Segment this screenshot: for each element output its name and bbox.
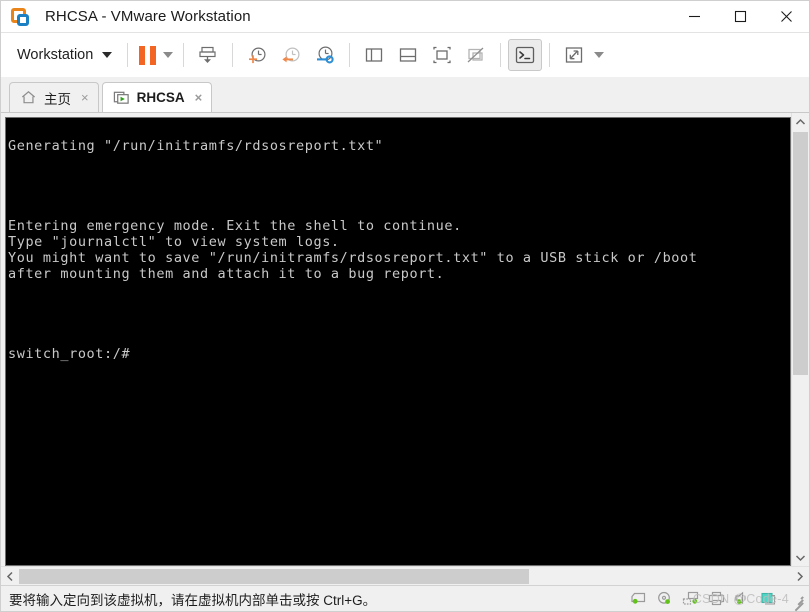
- workstation-menu-label: Workstation: [17, 47, 94, 63]
- vmware-workstation-window: RHCSA - VMware Workstation Workstation 主…: [0, 0, 810, 612]
- fit-guest-icon: [433, 46, 451, 64]
- toolbar-separator: [549, 43, 551, 67]
- terminal-line: after mounting them and attach it to a b…: [8, 266, 445, 282]
- fit-window-now-button[interactable]: [459, 39, 493, 71]
- cd-dvd-status-icon[interactable]: [656, 591, 673, 606]
- enter-fullscreen-button[interactable]: [557, 39, 591, 71]
- snapshot-manager-clock-wrench-icon: [317, 46, 334, 64]
- fit-guest-now-button[interactable]: [425, 39, 459, 71]
- guest-screen-holder: Generating "/run/initramfs/rdsosreport.t…: [1, 113, 791, 566]
- vm-display-area: Generating "/run/initramfs/rdsosreport.t…: [1, 113, 809, 585]
- title-bar: RHCSA - VMware Workstation: [1, 1, 809, 32]
- horizontal-scroll-track[interactable]: [19, 567, 791, 586]
- resize-grip-icon[interactable]: [790, 592, 804, 611]
- window-title: RHCSA - VMware Workstation: [45, 8, 251, 25]
- network-adapter-status-icon[interactable]: [682, 591, 699, 606]
- chevron-down-icon: [163, 52, 174, 58]
- toolbar-separator: [183, 43, 185, 67]
- fit-window-disabled-icon: [467, 47, 484, 63]
- fullscreen-dropdown[interactable]: [591, 40, 607, 70]
- chevron-down-icon: [795, 554, 806, 561]
- pause-icon: [139, 45, 157, 65]
- tab-home-label: 主页: [44, 91, 71, 107]
- hard-disk-status-icon[interactable]: [630, 591, 647, 606]
- terminal-line: Generating "/run/initramfs/rdsosreport.t…: [8, 138, 384, 154]
- usb-device-status-icon[interactable]: [760, 591, 777, 606]
- device-status-icons: [630, 591, 804, 611]
- terminal-line: Entering emergency mode. Exit the shell …: [8, 218, 462, 234]
- take-snapshot-button[interactable]: [240, 39, 274, 71]
- terminal-prompt: switch_root:/#: [8, 346, 139, 362]
- power-dropdown[interactable]: [160, 40, 176, 70]
- window-controls: [671, 1, 809, 32]
- save-snapshot-button[interactable]: [191, 39, 225, 71]
- chevron-up-icon: [795, 118, 806, 125]
- chevron-right-icon: [797, 571, 804, 581]
- panel-bottom-icon: [400, 48, 417, 62]
- snapshot-save-icon: [199, 46, 216, 63]
- sound-card-status-icon[interactable]: [734, 591, 751, 606]
- console-prompt-icon: [516, 46, 535, 64]
- toolbar-separator: [127, 43, 129, 67]
- horizontal-scroll-thumb[interactable]: [19, 568, 529, 584]
- status-bar: 要将输入定向到该虚拟机，请在虚拟机内部单击或按 Ctrl+G。 CSDN @Co…: [1, 585, 809, 611]
- console-view-button[interactable]: [508, 39, 543, 71]
- tab-rhcsa-label: RHCSA: [136, 90, 185, 105]
- vertical-scroll-thumb[interactable]: [792, 132, 808, 376]
- main-toolbar: Workstation: [1, 33, 809, 77]
- home-icon: [21, 91, 36, 104]
- snapshot-revert-clock-icon: [282, 47, 300, 63]
- close-button[interactable]: [763, 1, 809, 32]
- horizontal-scrollbar[interactable]: [1, 566, 809, 585]
- chevron-down-icon: [102, 52, 113, 58]
- terminal-line: You might want to save "/run/initramfs/r…: [8, 250, 698, 266]
- tab-home-close-icon[interactable]: ×: [81, 91, 89, 104]
- revert-snapshot-button[interactable]: [274, 39, 308, 71]
- snapshot-add-clock-icon: [249, 47, 266, 64]
- terminal-line: Type "journalctl" to view system logs.: [8, 234, 340, 250]
- terminal-output: Generating "/run/initramfs/rdsosreport.t…: [8, 122, 790, 378]
- panel-left-icon: [366, 48, 383, 62]
- tab-bar: 主页 × RHCSA ×: [1, 77, 809, 113]
- toolbar-separator: [232, 43, 234, 67]
- scroll-left-button[interactable]: [1, 567, 19, 586]
- vmware-logo-icon: [9, 6, 31, 28]
- tab-home[interactable]: 主页 ×: [9, 82, 99, 112]
- vm-running-icon: [113, 91, 129, 104]
- snapshot-manager-button[interactable]: [308, 39, 342, 71]
- vertical-scroll-track[interactable]: [792, 130, 810, 549]
- suspend-button[interactable]: [135, 45, 160, 65]
- fullscreen-expand-icon: [566, 47, 583, 63]
- tab-rhcsa[interactable]: RHCSA ×: [101, 82, 213, 112]
- guest-console-screen[interactable]: Generating "/run/initramfs/rdsosreport.t…: [5, 117, 791, 566]
- vertical-scrollbar[interactable]: [791, 113, 809, 566]
- status-message: 要将输入定向到该虚拟机，请在虚拟机内部单击或按 Ctrl+G。: [9, 592, 377, 608]
- toolbar-separator: [500, 43, 502, 67]
- scroll-up-button[interactable]: [792, 113, 810, 130]
- scroll-right-button[interactable]: [791, 567, 809, 586]
- workstation-menu-button[interactable]: Workstation: [7, 43, 120, 67]
- show-library-button[interactable]: [357, 39, 391, 71]
- chevron-left-icon: [6, 571, 13, 581]
- printer-status-icon[interactable]: [708, 591, 725, 606]
- maximize-button[interactable]: [717, 1, 763, 32]
- chevron-down-icon: [594, 52, 605, 58]
- scroll-down-button[interactable]: [792, 549, 810, 566]
- show-thumbnail-bar-button[interactable]: [391, 39, 425, 71]
- toolbar-separator: [349, 43, 351, 67]
- tab-rhcsa-close-icon[interactable]: ×: [195, 91, 203, 104]
- minimize-button[interactable]: [671, 1, 717, 32]
